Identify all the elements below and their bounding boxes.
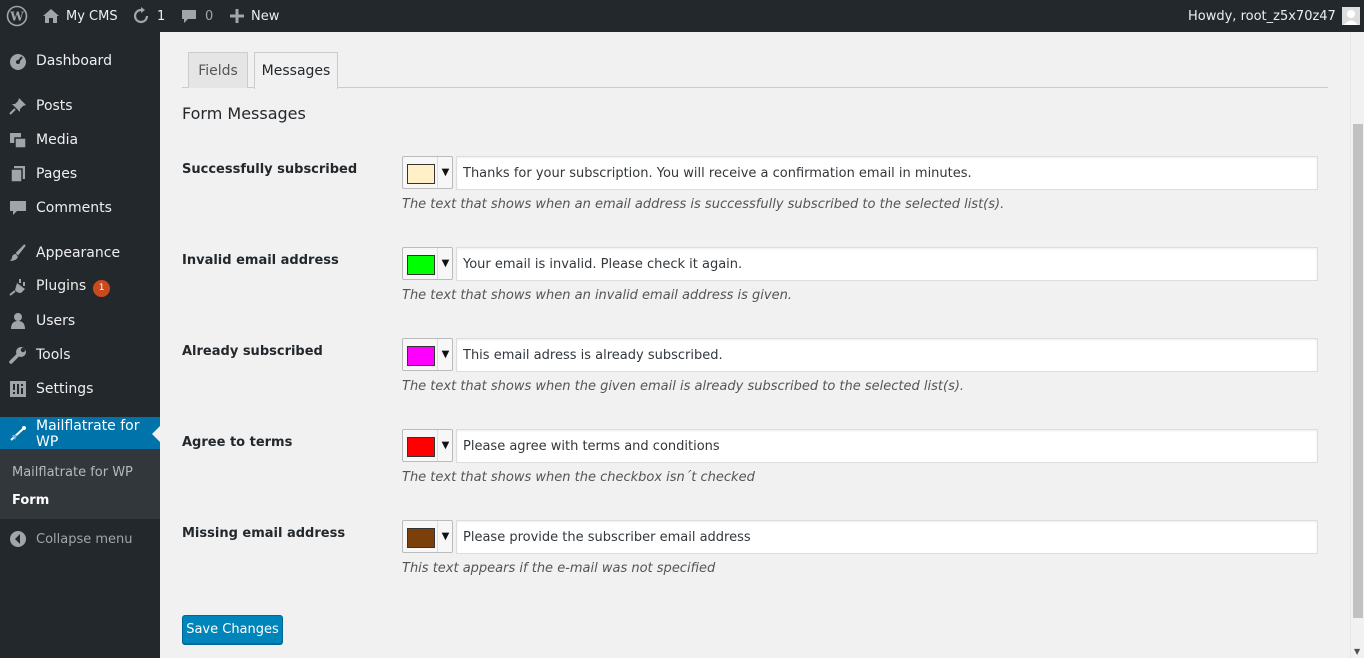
label-missing-email: Missing email address xyxy=(182,526,346,541)
label-already-subscribed: Already subscribed xyxy=(182,344,323,359)
updates-link[interactable]: 1 xyxy=(132,0,165,32)
new-content-link[interactable]: New xyxy=(230,0,279,32)
plugin-update-badge: 1 xyxy=(93,279,111,297)
description-missing-email: This text appears if the e-mail was not … xyxy=(402,561,716,576)
comments-count: 0 xyxy=(205,8,214,24)
color-swatch xyxy=(407,528,435,548)
tab-messages[interactable]: Messages xyxy=(254,52,338,89)
sidebar-item-appearance[interactable]: Appearance xyxy=(0,236,160,270)
description-already-subscribed: The text that shows when the given email… xyxy=(402,379,965,394)
brush-icon xyxy=(9,244,27,262)
collapse-arrow-icon xyxy=(9,530,27,548)
scroll-down-arrow-icon[interactable]: ▼ xyxy=(1354,647,1360,656)
color-picker-already-subscribed[interactable]: ▼ xyxy=(402,338,453,371)
dropdown-arrow-icon: ▼ xyxy=(437,339,453,370)
pin-icon xyxy=(9,97,27,115)
form-messages-title: Form Messages xyxy=(182,104,306,123)
comment-icon xyxy=(181,8,197,24)
dropdown-arrow-icon: ▼ xyxy=(437,248,453,279)
sidebar-item-users[interactable]: Users xyxy=(0,304,160,338)
dropdown-arrow-icon: ▼ xyxy=(437,430,453,461)
sidebar-item-media[interactable]: Media xyxy=(0,123,160,157)
mailflatrate-submenu: Mailflatrate for WP Form xyxy=(0,449,160,519)
save-changes-button[interactable]: Save Changes xyxy=(182,615,283,644)
new-label: New xyxy=(251,8,280,24)
tab-fields[interactable]: Fields xyxy=(188,52,248,88)
color-picker-agree-to-terms[interactable]: ▼ xyxy=(402,429,453,462)
collapse-menu-label: Collapse menu xyxy=(36,531,133,547)
sidebar-item-dashboard[interactable]: Dashboard xyxy=(0,44,160,78)
message-input-agree-to-terms[interactable] xyxy=(456,429,1318,463)
color-picker-invalid-email[interactable]: ▼ xyxy=(402,247,453,280)
description-invalid-email: The text that shows when an invalid emai… xyxy=(402,288,792,303)
site-name: My CMS xyxy=(66,8,118,24)
mail-plane-icon xyxy=(9,425,27,443)
svg-text:W: W xyxy=(9,10,24,24)
site-name-link[interactable]: My CMS xyxy=(42,0,118,32)
sidebar-item-settings[interactable]: Settings xyxy=(0,372,160,406)
my-account-link[interactable]: Howdy, root_z5x70z47 xyxy=(1188,0,1360,32)
plug-icon xyxy=(9,278,27,296)
color-swatch xyxy=(407,346,435,366)
sidebar-item-label: Comments xyxy=(36,200,112,216)
sidebar-item-label: Mailflatrate for WP xyxy=(36,418,140,450)
dropdown-arrow-icon: ▼ xyxy=(437,521,453,552)
updates-count: 1 xyxy=(157,8,166,24)
sidebar-item-label: Dashboard xyxy=(36,53,112,69)
admin-bar: W My CMS 1 0 New Howdy, root_z5x70z47 xyxy=(0,0,1364,32)
description-successfully-subscribed: The text that shows when an email addres… xyxy=(402,197,1005,212)
sidebar-item-label: Posts xyxy=(36,98,73,114)
media-icon xyxy=(9,131,27,149)
description-agree-to-terms: The text that shows when the checkbox is… xyxy=(402,470,755,485)
color-picker-successfully-subscribed[interactable]: ▼ xyxy=(402,156,453,189)
avatar xyxy=(1341,7,1360,25)
message-input-successfully-subscribed[interactable] xyxy=(456,156,1318,190)
sidebar-item-mailflatrate[interactable]: Mailflatrate for WP xyxy=(0,417,160,451)
howdy-text: Howdy, root_z5x70z47 xyxy=(1188,8,1336,24)
sidebar-item-label: Users xyxy=(36,313,76,329)
pages-icon xyxy=(9,165,27,183)
collapse-menu-button[interactable]: Collapse menu xyxy=(0,522,160,556)
user-icon xyxy=(9,312,27,330)
sidebar-item-tools[interactable]: Tools xyxy=(0,338,160,372)
sidebar-item-plugins[interactable]: Plugins 1 xyxy=(0,270,160,304)
sidebar-item-label: Plugins xyxy=(36,277,87,294)
sidebar-item-label: Tools xyxy=(36,347,71,363)
comments-link[interactable]: 0 xyxy=(181,0,213,32)
page-scrollbar[interactable]: ▼ xyxy=(1350,32,1364,658)
dashboard-icon xyxy=(9,52,27,70)
dropdown-arrow-icon: ▼ xyxy=(437,157,453,188)
color-swatch xyxy=(407,164,435,184)
home-icon xyxy=(42,8,60,24)
sidebar-item-comments[interactable]: Comments xyxy=(0,191,160,225)
sidebar-item-pages[interactable]: Pages xyxy=(0,157,160,191)
comment-icon xyxy=(9,199,27,217)
refresh-icon xyxy=(132,7,150,25)
label-agree-to-terms: Agree to terms xyxy=(182,435,293,450)
scrollbar-thumb[interactable] xyxy=(1353,124,1363,618)
plus-icon xyxy=(230,9,244,23)
sidebar-item-label: Pages xyxy=(36,166,78,182)
submenu-item-mailflatrate[interactable]: Mailflatrate for WP xyxy=(12,465,133,480)
sidebar-item-posts[interactable]: Posts xyxy=(0,89,160,123)
sidebar-item-label: Media xyxy=(36,132,79,148)
color-picker-missing-email[interactable]: ▼ xyxy=(402,520,453,553)
color-swatch xyxy=(407,437,435,457)
message-input-invalid-email[interactable] xyxy=(456,247,1318,281)
sidebar-item-label: Appearance xyxy=(36,245,121,261)
wordpress-logo-icon[interactable]: W xyxy=(6,0,28,32)
color-swatch xyxy=(407,255,435,275)
label-successfully-subscribed: Successfully subscribed xyxy=(182,162,358,177)
tabs-divider xyxy=(182,87,1328,88)
sidebar-item-label: Settings xyxy=(36,381,94,397)
admin-sidebar: Dashboard Posts Media Pages Comments App… xyxy=(0,32,160,658)
settings-icon xyxy=(9,380,27,398)
wrench-icon xyxy=(9,346,27,364)
label-invalid-email: Invalid email address xyxy=(182,253,339,268)
message-input-already-subscribed[interactable] xyxy=(456,338,1318,372)
submenu-item-form[interactable]: Form xyxy=(12,493,49,508)
message-input-missing-email[interactable] xyxy=(456,520,1318,554)
